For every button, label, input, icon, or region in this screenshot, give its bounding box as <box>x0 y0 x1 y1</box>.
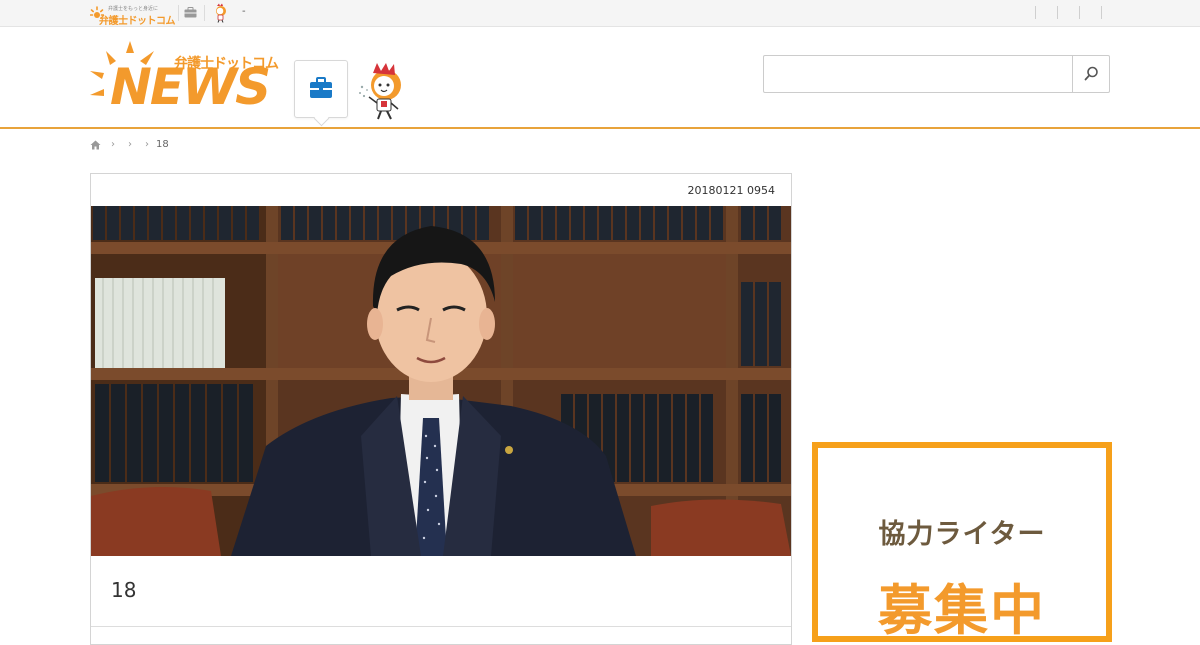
home-icon[interactable] <box>90 140 101 150</box>
article-photo[interactable] <box>91 206 791 556</box>
news-logo[interactable]: 弁護士ドットコム NEWS <box>88 39 279 116</box>
logo-tagline: 弁護士をもっと身近に <box>108 6 159 12</box>
site-header: 弁護士ドットコム NEWS <box>0 27 1200 129</box>
logo-name: 弁護士ドットコム <box>99 16 176 27</box>
mascot-small-icon[interactable] <box>210 3 230 23</box>
article-title[interactable]: 18 <box>111 578 136 602</box>
bengoshi-logo-small[interactable]: 弁護士をもっと身近に 弁護士ドットコム <box>90 3 176 27</box>
topbar-right-separator <box>1057 6 1058 19</box>
topbar-text: - <box>242 6 246 17</box>
breadcrumb-current: 18 <box>156 139 169 150</box>
toolbox-button[interactable] <box>294 60 348 127</box>
chevron-right-icon: › <box>145 139 149 150</box>
toolbox-small-icon[interactable] <box>184 7 197 18</box>
logo-news-text: NEWS <box>110 58 271 116</box>
toolbox-icon <box>310 77 332 98</box>
search-button[interactable] <box>1072 56 1109 92</box>
chevron-right-icon: › <box>128 139 132 150</box>
topbar-right-separator <box>1035 6 1036 19</box>
search-box <box>763 55 1110 93</box>
chevron-right-icon: › <box>111 139 115 150</box>
topbar-right-separator <box>1079 6 1080 19</box>
article-date: 20180121 0954 <box>687 184 775 197</box>
article-divider <box>91 626 791 627</box>
topbar-separator <box>178 5 179 21</box>
writer-recruit-banner[interactable]: 協力ライター 募集中 <box>812 442 1112 642</box>
topbar-right-separator <box>1101 6 1102 19</box>
toolbox-caret <box>313 110 330 127</box>
search-input[interactable] <box>764 56 1064 90</box>
topbar-separator <box>204 5 205 21</box>
banner-line-1: 協力ライター <box>878 519 1046 550</box>
article-card: 20180121 0954 18 <box>90 173 792 645</box>
search-icon <box>1084 66 1098 81</box>
mascot-icon[interactable] <box>358 63 406 121</box>
top-bar: 弁護士をもっと身近に 弁護士ドットコム - <box>0 0 1200 27</box>
banner-line-2: 募集中 <box>878 579 1046 642</box>
